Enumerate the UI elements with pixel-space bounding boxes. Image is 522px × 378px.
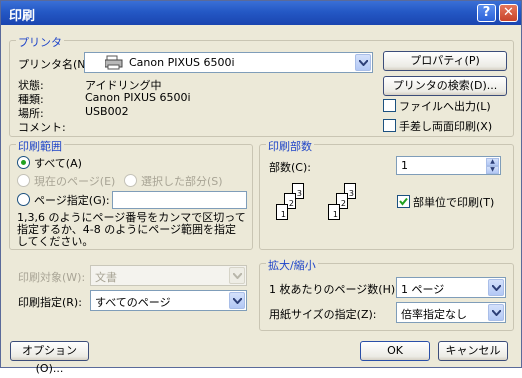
chevron-down-icon[interactable]: [488, 279, 504, 296]
properties-button[interactable]: プロパティ(P): [383, 51, 507, 71]
question-icon: ?: [482, 5, 491, 20]
collate-label[interactable]: 部単位で印刷(T): [413, 194, 494, 210]
chevron-down-icon: [229, 267, 245, 284]
pages-per-sheet-select[interactable]: 1 ページ: [396, 277, 506, 298]
printer-name-value: Canon PIXUS 6500i: [129, 56, 235, 69]
manual-duplex-checkbox[interactable]: [383, 119, 396, 132]
chevron-down-icon[interactable]: [355, 54, 371, 71]
range-selection-radio: [124, 174, 137, 187]
page-range-hint: 1,3,6 のようにページ番号をカンマで区切って指定するか、4-8 のようにペー…: [17, 211, 246, 248]
pages-per-sheet-value: 1 ページ: [401, 283, 445, 296]
radio-selected-dot: [21, 160, 26, 165]
options-button[interactable]: オプション(O)...: [10, 341, 89, 375]
range-current-radio: [17, 174, 30, 187]
print-to-file-checkbox[interactable]: [383, 99, 396, 112]
printer-name-select[interactable]: Canon PIXUS 6500i: [84, 52, 373, 73]
range-all-radio[interactable]: [17, 156, 30, 169]
help-button[interactable]: ?: [477, 4, 496, 22]
copies-value: 1: [401, 159, 408, 172]
type-value: Canon PIXUS 6500i: [85, 91, 191, 104]
ok-button[interactable]: OK: [360, 341, 430, 361]
print-dialog: 印刷 ? ✕ プリンタ プリンタ名(N): Canon PIXUS 6500i …: [0, 0, 522, 375]
printer-group-label: プリンタ: [16, 34, 64, 50]
printer-icon: [104, 55, 123, 73]
paper-size-value: 倍率指定なし: [401, 308, 467, 321]
copies-group-label: 印刷部数: [266, 138, 314, 154]
range-selection-label: 選択した部分(S): [141, 175, 223, 188]
spin-up-icon[interactable]: ▲: [486, 158, 499, 166]
range-pages-label[interactable]: ページ指定(G):: [34, 192, 110, 208]
range-pages-radio[interactable]: [17, 193, 30, 206]
range-current-label: 現在のページ(E): [34, 175, 116, 188]
print-to-file-label[interactable]: ファイルへ出力(L): [399, 98, 491, 114]
print-what-select: 文書: [90, 265, 247, 286]
print-what-label: 印刷対象(W):: [18, 271, 86, 284]
print-scope-value: すべてのページ: [95, 296, 171, 309]
pages-per-sheet-label: 1 枚あたりのページ数(H):: [269, 283, 399, 296]
page-range-group-label: 印刷範囲: [16, 138, 64, 154]
print-what-value: 文書: [95, 271, 117, 284]
paper-size-label: 用紙サイズの指定(Z):: [269, 308, 377, 321]
copies-spinner[interactable]: 1 ▲ ▼: [396, 156, 501, 175]
manual-duplex-label[interactable]: 手差し両面印刷(X): [399, 118, 492, 134]
close-icon: ✕: [503, 5, 514, 20]
window-title: 印刷: [9, 9, 36, 24]
find-printer-button[interactable]: プリンタの検索(D)...: [383, 76, 507, 96]
zoom-group-label: 拡大/縮小: [266, 257, 318, 273]
printer-name-label: プリンタ名(N):: [18, 58, 94, 71]
print-scope-select[interactable]: すべてのページ: [90, 290, 247, 311]
location-value: USB002: [85, 105, 129, 118]
chevron-down-icon[interactable]: [488, 304, 504, 321]
comment-label: コメント:: [18, 121, 66, 134]
title-bar[interactable]: 印刷 ? ✕: [1, 1, 521, 25]
cancel-button[interactable]: キャンセル: [438, 341, 508, 361]
spin-down-icon[interactable]: ▼: [486, 166, 499, 174]
print-scope-label: 印刷指定(R):: [18, 296, 82, 309]
chevron-down-icon[interactable]: [229, 292, 245, 309]
range-all-label[interactable]: すべて(A): [34, 155, 82, 171]
page-range-input[interactable]: [112, 191, 247, 209]
paper-size-select[interactable]: 倍率指定なし: [396, 302, 506, 323]
close-button[interactable]: ✕: [499, 4, 518, 22]
collate-checkbox[interactable]: [397, 195, 410, 208]
copies-label: 部数(C):: [269, 161, 311, 174]
